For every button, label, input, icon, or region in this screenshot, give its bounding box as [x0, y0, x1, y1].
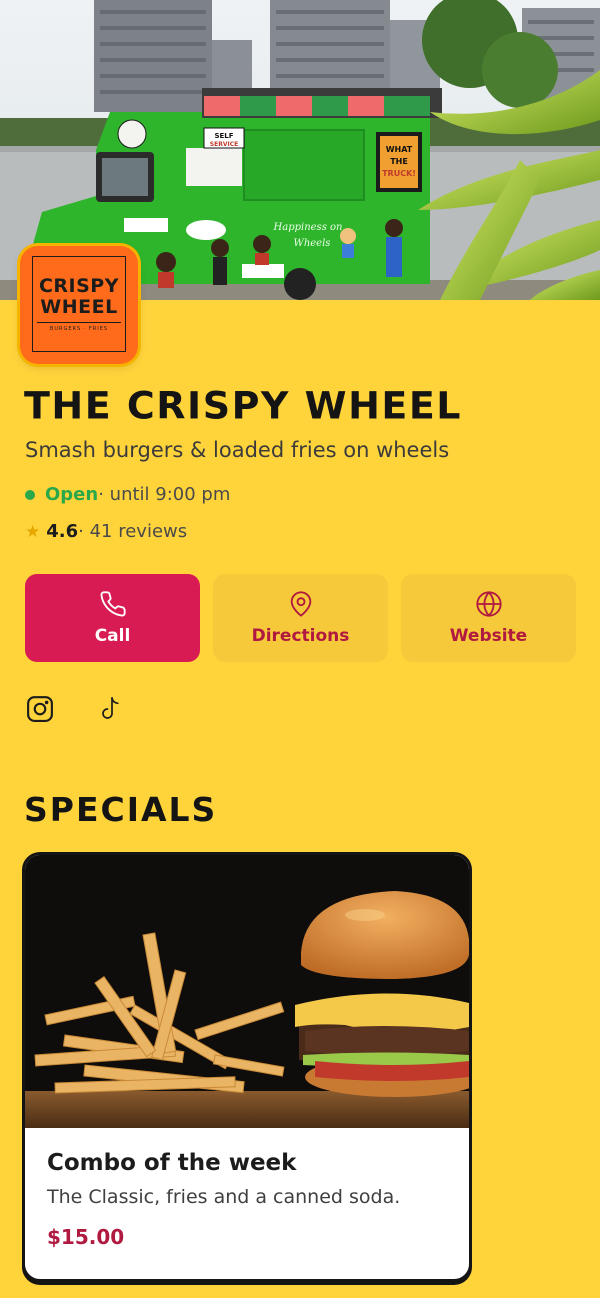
special-card[interactable]: Combo of the week The Classic, fries and…	[22, 852, 472, 1282]
social-links	[25, 694, 123, 724]
svg-text:THE: THE	[390, 157, 408, 166]
phone-icon	[100, 591, 126, 617]
directions-label: Directions	[251, 626, 350, 646]
special-image	[25, 855, 469, 1128]
tiktok-icon[interactable]	[99, 695, 123, 723]
open-status: Open · until 9:00 pm	[25, 484, 230, 505]
logo-text-line2: WHEEL	[40, 295, 118, 318]
business-tagline: Smash burgers & loaded fries on wheels	[25, 438, 450, 462]
website-label: Website	[449, 626, 528, 646]
special-title: Combo of the week	[47, 1150, 297, 1176]
status-dot-icon	[25, 489, 35, 500]
action-buttons: Call Directions Website	[25, 574, 576, 662]
map-pin-icon	[290, 591, 311, 617]
instagram-icon[interactable]	[25, 694, 55, 724]
globe-icon	[475, 591, 502, 617]
logo-tagline: BURGERS · FRIES	[49, 326, 109, 333]
specials-heading: Specials	[24, 790, 218, 829]
website-button[interactable]: Website	[401, 574, 576, 662]
svg-text:Wheels: Wheels	[294, 238, 331, 249]
special-details: Combo of the week The Classic, fries and…	[47, 1150, 400, 1249]
hours-text: · until 9:00 pm	[98, 484, 231, 505]
directions-button[interactable]: Directions	[213, 574, 388, 662]
special-description: The Classic, fries and a canned soda.	[47, 1186, 401, 1208]
svg-text:SELF: SELF	[214, 132, 233, 140]
reviews-count: · 41 reviews	[78, 521, 188, 542]
svg-text:SERVICE: SERVICE	[210, 141, 238, 148]
star-icon: ★	[25, 521, 41, 542]
svg-text:Happiness on: Happiness on	[273, 222, 343, 233]
business-logo: CRISPY WHEEL BURGERS · FRIES	[20, 246, 138, 364]
svg-text:WHAT: WHAT	[386, 145, 413, 154]
rating[interactable]: ★ 4.6 · 41 reviews	[25, 521, 187, 542]
svg-text:TRUCK!: TRUCK!	[382, 169, 416, 178]
call-button[interactable]: Call	[25, 574, 200, 662]
special-price: $15.00	[47, 1225, 125, 1249]
logo-divider	[37, 321, 121, 324]
call-label: Call	[94, 626, 131, 646]
business-name: The Crispy Wheel	[24, 384, 463, 428]
logo-text-line1: CRISPY	[38, 274, 119, 297]
status-label: Open	[45, 484, 99, 505]
rating-value: 4.6	[46, 521, 79, 542]
